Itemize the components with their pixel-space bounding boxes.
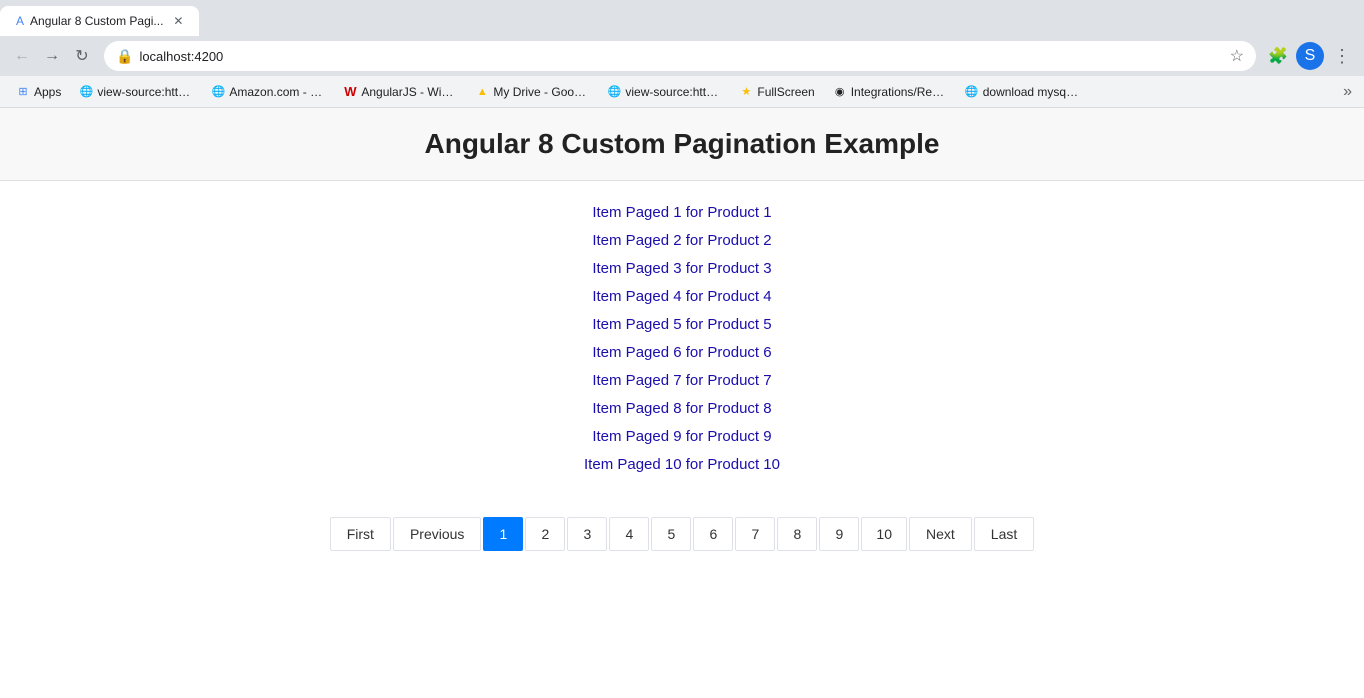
list-item: Item Paged 2 for Product 2 xyxy=(592,229,771,253)
bookmark-apps[interactable]: ⊞ Apps xyxy=(8,81,69,103)
page-button-7[interactable]: 7 xyxy=(735,517,775,551)
bookmark-apps-label: Apps xyxy=(34,85,61,99)
page-header: Angular 8 Custom Pagination Example xyxy=(0,108,1364,181)
page-wrapper: Angular 8 Custom Pagination Example Item… xyxy=(0,108,1364,698)
tab-label: Angular 8 Custom Pagi... xyxy=(30,14,163,28)
nav-buttons: ← → ↻ xyxy=(8,42,96,70)
list-item: Item Paged 3 for Product 3 xyxy=(592,257,771,281)
bookmark-mysql[interactable]: 🌐 download mysql w... xyxy=(957,81,1087,103)
bookmark-google-drive[interactable]: ▲ My Drive - Google... xyxy=(467,81,597,103)
page-button-4[interactable]: 4 xyxy=(609,517,649,551)
bookmark-fullscreen[interactable]: ★ FullScreen xyxy=(731,81,822,103)
apps-icon: ⊞ xyxy=(16,85,30,99)
bookmark-integrations[interactable]: ◉ Integrations/Report... xyxy=(825,81,955,103)
bookmark-label-4: My Drive - Google... xyxy=(493,85,589,99)
page-button-8[interactable]: 8 xyxy=(777,517,817,551)
extensions-button[interactable]: 🧩 xyxy=(1264,42,1292,70)
bookmark-view-source-1[interactable]: 🌐 view-source:https://... xyxy=(71,81,201,103)
page-button-3[interactable]: 3 xyxy=(567,517,607,551)
page-button-2[interactable]: 2 xyxy=(525,517,565,551)
lock-icon: 🔒 xyxy=(116,48,133,65)
page-button-5[interactable]: 5 xyxy=(651,517,691,551)
forward-button[interactable]: → xyxy=(38,42,66,70)
bookmark-favicon-1: 🌐 xyxy=(79,85,93,99)
star-icon[interactable]: ☆ xyxy=(1230,46,1244,66)
tab-close-icon[interactable]: ✕ xyxy=(173,14,183,28)
page-button-10[interactable]: 10 xyxy=(861,517,907,551)
page-button-1[interactable]: 1 xyxy=(483,517,523,551)
url-text: localhost:4200 xyxy=(139,49,1223,64)
bookmark-favicon-7: ◉ xyxy=(833,85,847,99)
first-button[interactable]: First xyxy=(330,517,391,551)
reload-button[interactable]: ↻ xyxy=(68,42,96,70)
bookmark-label-7: Integrations/Report... xyxy=(851,85,947,99)
list-item: Item Paged 7 for Product 7 xyxy=(592,369,771,393)
pagination: First Previous 1 2 3 4 5 6 7 8 9 10 Next… xyxy=(330,517,1035,551)
browser-tab[interactable]: A Angular 8 Custom Pagi... ✕ xyxy=(0,6,199,36)
list-item: Item Paged 1 for Product 1 xyxy=(592,201,771,225)
profile-button[interactable]: S xyxy=(1296,42,1324,70)
tab-bar: A Angular 8 Custom Pagi... ✕ xyxy=(0,0,1364,36)
bookmark-favicon-6: ★ xyxy=(739,85,753,99)
bookmark-view-source-2[interactable]: 🌐 view-source:https://... xyxy=(599,81,729,103)
list-item: Item Paged 5 for Product 5 xyxy=(592,313,771,337)
menu-button[interactable]: ⋮ xyxy=(1328,42,1356,70)
page-button-9[interactable]: 9 xyxy=(819,517,859,551)
list-item: Item Paged 10 for Product 10 xyxy=(584,453,780,477)
bookmark-favicon-3: W xyxy=(343,85,357,99)
bookmark-label-3: AngularJS - Wikipe... xyxy=(361,85,457,99)
items-list: Item Paged 1 for Product 1 Item Paged 2 … xyxy=(584,201,780,477)
bookmarks-bar: ⊞ Apps 🌐 view-source:https://... 🌐 Amazo… xyxy=(0,76,1364,108)
list-item: Item Paged 6 for Product 6 xyxy=(592,341,771,365)
browser-top-bar: ← → ↻ 🔒 localhost:4200 ☆ 🧩 S ⋮ xyxy=(0,36,1364,76)
previous-button[interactable]: Previous xyxy=(393,517,481,551)
bookmark-favicon-4: ▲ xyxy=(475,85,489,99)
bookmark-label-8: download mysql w... xyxy=(983,85,1079,99)
bookmark-amazon[interactable]: 🌐 Amazon.com - Mar... xyxy=(203,81,333,103)
bookmark-angularjs[interactable]: W AngularJS - Wikipe... xyxy=(335,81,465,103)
toolbar-icons: 🧩 S ⋮ xyxy=(1264,42,1356,70)
bookmark-favicon-8: 🌐 xyxy=(965,85,979,99)
bookmark-label-5: view-source:https://... xyxy=(625,85,721,99)
back-button[interactable]: ← xyxy=(8,42,36,70)
page-content: Item Paged 1 for Product 1 Item Paged 2 … xyxy=(0,181,1364,571)
address-bar[interactable]: 🔒 localhost:4200 ☆ xyxy=(104,41,1256,71)
page-title: Angular 8 Custom Pagination Example xyxy=(20,128,1344,160)
bookmark-label-2: Amazon.com - Mar... xyxy=(229,85,325,99)
bookmark-favicon-2: 🌐 xyxy=(211,85,225,99)
list-item: Item Paged 4 for Product 4 xyxy=(592,285,771,309)
tab-favicon: A xyxy=(16,14,24,28)
next-button[interactable]: Next xyxy=(909,517,972,551)
last-button[interactable]: Last xyxy=(974,517,1034,551)
browser-chrome: A Angular 8 Custom Pagi... ✕ ← → ↻ 🔒 loc… xyxy=(0,0,1364,108)
bookmarks-more-icon[interactable]: » xyxy=(1339,79,1356,105)
bookmark-label-6: FullScreen xyxy=(757,85,814,99)
bookmark-label-1: view-source:https://... xyxy=(97,85,193,99)
list-item: Item Paged 9 for Product 9 xyxy=(592,425,771,449)
bookmark-favicon-5: 🌐 xyxy=(607,85,621,99)
page-button-6[interactable]: 6 xyxy=(693,517,733,551)
list-item: Item Paged 8 for Product 8 xyxy=(592,397,771,421)
